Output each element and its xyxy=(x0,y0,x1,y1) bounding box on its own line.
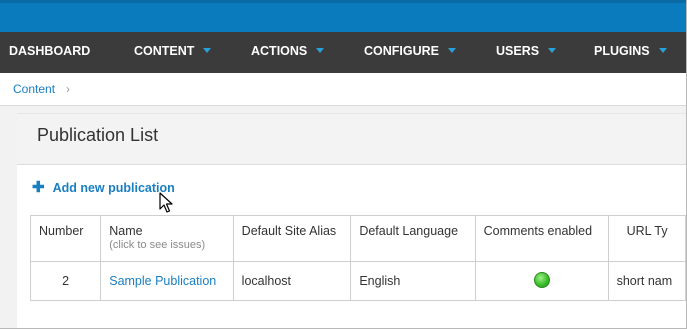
nav-content-label: CONTENT xyxy=(134,44,195,58)
column-header-number: Number xyxy=(29,215,102,262)
cell-url-type: short nam xyxy=(607,261,686,301)
cell-number: 2 xyxy=(29,261,102,301)
status-enabled-icon xyxy=(533,271,550,288)
column-header-language: Default Language xyxy=(350,215,476,262)
cell-comments xyxy=(474,261,609,301)
chevron-down-icon xyxy=(448,48,456,54)
nav-users-label: USERS xyxy=(496,44,540,58)
publication-name-link[interactable]: Sample Publication xyxy=(109,274,216,288)
add-publication-label: Add new publication xyxy=(52,181,175,195)
chevron-down-icon xyxy=(548,48,557,54)
column-header-label: Default Site Alias xyxy=(241,224,337,238)
mouse-cursor-icon xyxy=(159,192,173,213)
add-publication-link[interactable]: ✚ Add new publication xyxy=(32,178,175,196)
nav-actions[interactable]: ACTIONS xyxy=(251,32,325,73)
nav-actions-label: ACTIONS xyxy=(251,44,308,58)
cell-language: English xyxy=(350,261,476,301)
chevron-down-icon xyxy=(203,48,212,54)
column-header-url-type: URL Ty xyxy=(607,215,686,262)
breadcrumb-content-link[interactable]: Content xyxy=(13,82,55,96)
nav-configure[interactable]: CONFIGURE xyxy=(364,32,456,73)
column-header-label: Default Language xyxy=(359,224,459,238)
column-header-label: Number xyxy=(39,224,84,238)
nav-dashboard[interactable]: DASHBOARD xyxy=(9,32,90,73)
admin-window: DASHBOARD CONTENT ACTIONS CONFIGURE USER… xyxy=(0,0,687,329)
column-header-comments: Comments enabled xyxy=(474,215,609,262)
page-title: Publication List xyxy=(37,125,159,145)
cell-name: Sample Publication xyxy=(100,261,234,301)
plus-icon: ✚ xyxy=(32,179,45,196)
main-nav: DASHBOARD CONTENT ACTIONS CONFIGURE USER… xyxy=(0,32,686,73)
column-header-hint: (click to see issues) xyxy=(109,239,206,251)
nav-plugins-label: PLUGINS xyxy=(594,44,650,58)
column-header-site-alias: Default Site Alias xyxy=(232,215,352,262)
column-header-name: Name (click to see issues) xyxy=(100,215,234,262)
publication-table: Number Name (click to see issues) Defaul… xyxy=(29,215,686,301)
column-header-label: Comments enabled xyxy=(483,224,593,238)
chevron-down-icon xyxy=(316,48,325,54)
cell-site-alias: localhost xyxy=(232,261,352,301)
top-bar xyxy=(0,0,686,32)
nav-content[interactable]: CONTENT xyxy=(134,32,212,73)
nav-plugins[interactable]: PLUGINS xyxy=(594,32,667,73)
column-header-label: URL Ty xyxy=(626,224,668,238)
column-header-label: Name xyxy=(109,224,143,238)
nav-configure-label: CONFIGURE xyxy=(364,44,439,58)
nav-users[interactable]: USERS xyxy=(496,32,557,73)
chevron-down-icon xyxy=(658,48,667,54)
table-row: 2 Sample Publication localhost English s… xyxy=(29,261,686,301)
breadcrumb-separator-icon: › xyxy=(66,82,70,96)
table-header-row: Number Name (click to see issues) Defaul… xyxy=(29,215,686,262)
nav-dashboard-label: DASHBOARD xyxy=(9,44,91,58)
breadcrumb: Content › xyxy=(0,73,686,106)
